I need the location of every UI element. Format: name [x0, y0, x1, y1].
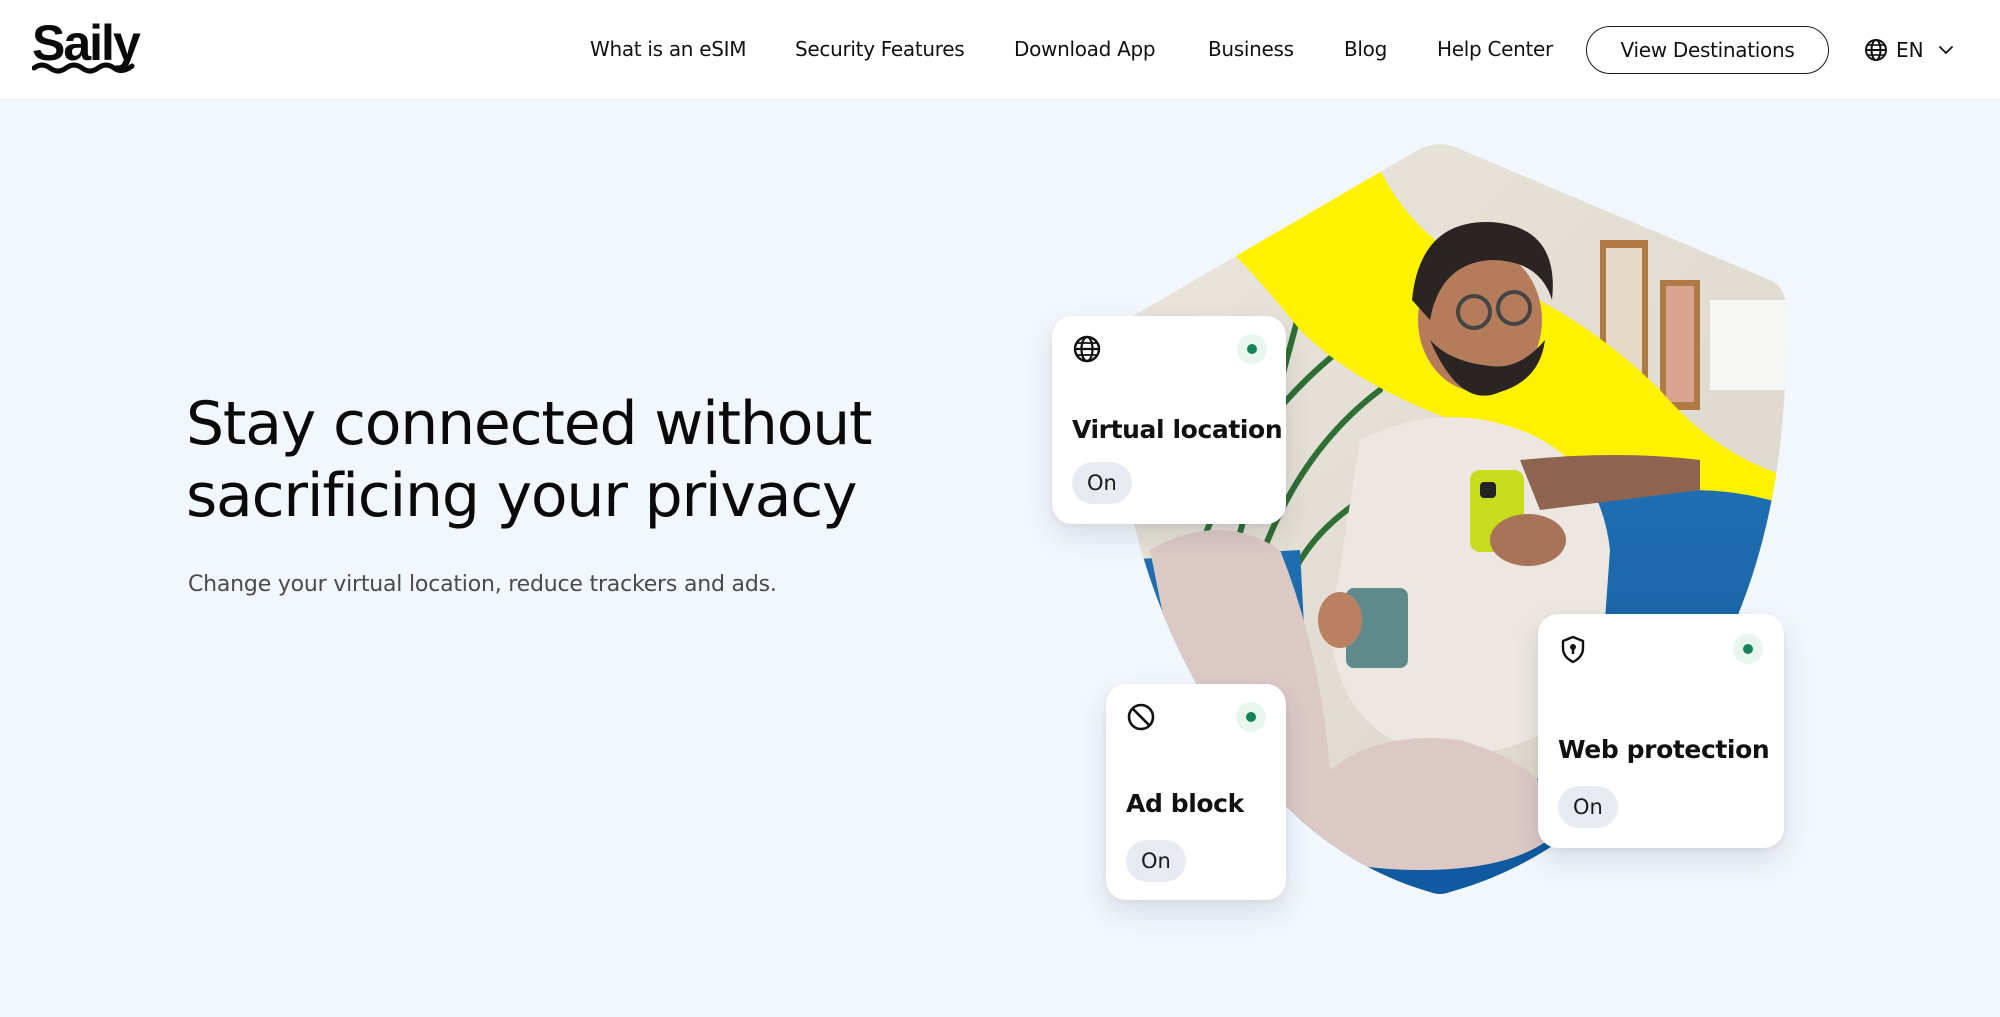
feature-title: Web protection [1558, 735, 1770, 764]
globe-icon [1865, 39, 1887, 61]
hero-subtitle: Change your virtual location, reduce tra… [188, 572, 777, 597]
feature-card-ad-block[interactable]: Ad block On [1106, 684, 1286, 900]
view-destinations-button[interactable]: View Destinations [1586, 26, 1829, 74]
site-header: Saily What is an eSIM Security Features … [0, 0, 2000, 100]
status-pill: On [1072, 462, 1132, 504]
status-indicator [1236, 702, 1266, 732]
nav-blog[interactable]: Blog [1344, 36, 1387, 62]
status-indicator [1237, 334, 1267, 364]
language-selector[interactable]: EN [1864, 36, 1956, 64]
status-pill: On [1558, 786, 1618, 828]
globe-icon [1073, 335, 1101, 363]
nav-security-features[interactable]: Security Features [795, 36, 965, 62]
feature-card-web-protection[interactable]: Web protection On [1538, 614, 1784, 848]
nav-help-center[interactable]: Help Center [1437, 36, 1553, 62]
block-icon [1127, 703, 1155, 731]
feature-card-virtual-location[interactable]: Virtual location On [1052, 316, 1286, 524]
feature-title: Virtual location [1072, 415, 1283, 444]
chevron-down-icon [1938, 46, 1953, 54]
nav-business[interactable]: Business [1208, 36, 1294, 62]
status-indicator [1733, 634, 1763, 664]
language-label: EN [1896, 38, 1924, 62]
saily-logo[interactable]: Saily [32, 18, 144, 78]
feature-title: Ad block [1126, 789, 1244, 818]
hero-title: Stay connected without sacrificing your … [186, 388, 906, 532]
hero-title-line-1: Stay connected without [186, 389, 873, 459]
nav-what-is-esim[interactable]: What is an eSIM [590, 36, 746, 62]
nav-download-app[interactable]: Download App [1014, 36, 1156, 62]
shield-lock-icon [1561, 635, 1585, 664]
wave-icon [32, 62, 135, 74]
status-pill: On [1126, 840, 1186, 882]
hero-title-line-2: sacrificing your privacy [186, 461, 858, 531]
